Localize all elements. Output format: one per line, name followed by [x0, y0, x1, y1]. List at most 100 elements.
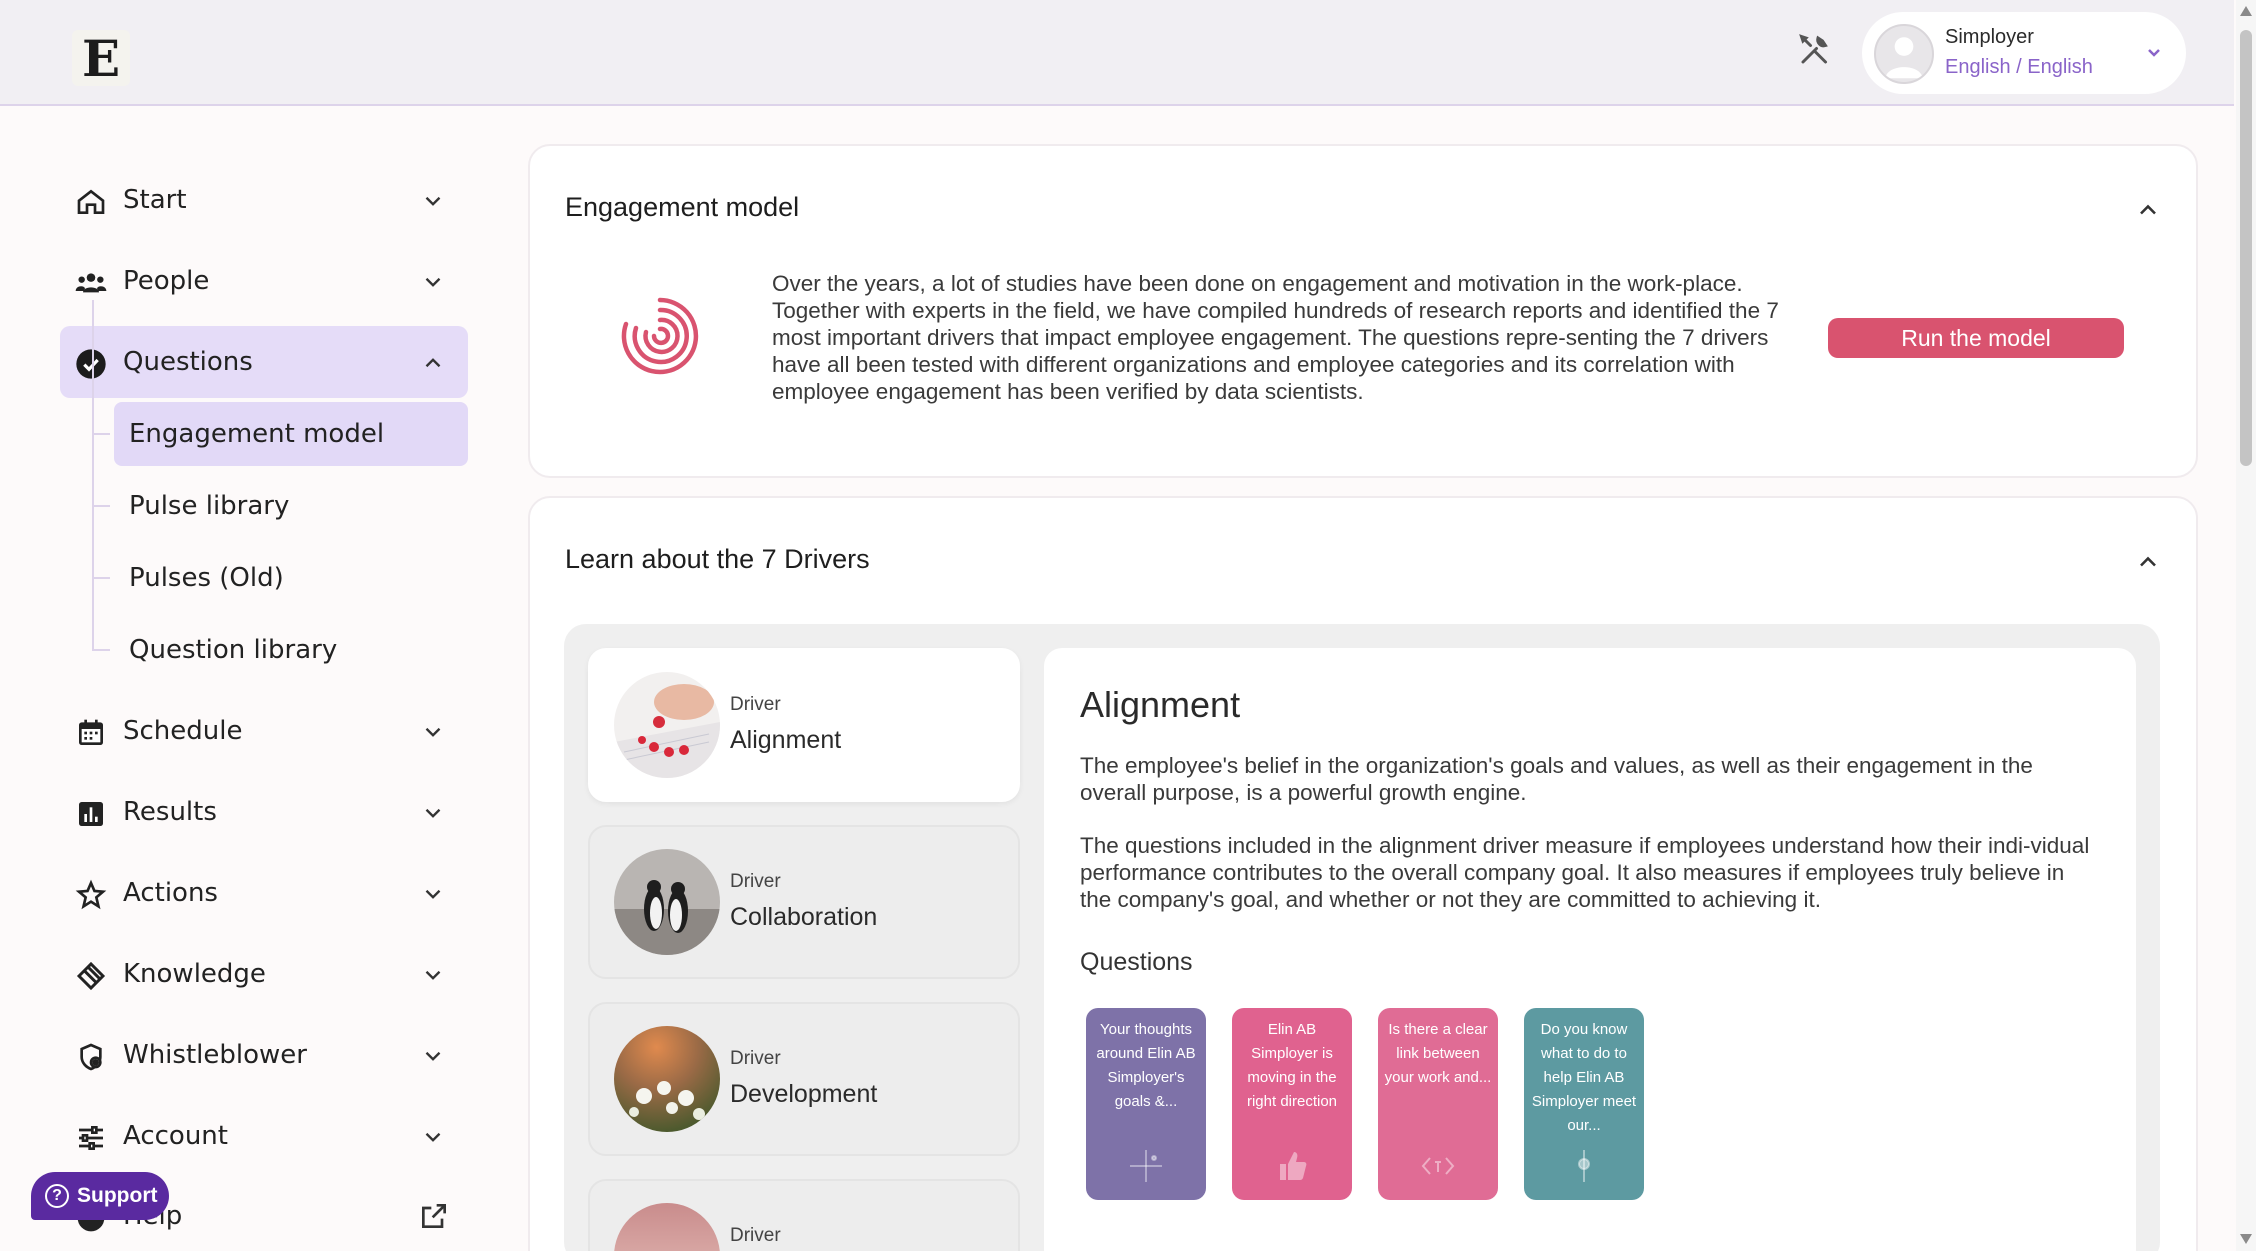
submenu-item-label: Pulses (Old) [129, 563, 284, 593]
thumbs-up-icon [1280, 1152, 1307, 1180]
tools-icon[interactable] [1797, 32, 1833, 68]
sidebar-item-actions[interactable]: Actions [60, 857, 468, 929]
sidebar-item-schedule[interactable]: Schedule [60, 695, 468, 767]
submenu-item-label: Question library [129, 635, 338, 665]
sidebar-item-label: Schedule [123, 716, 243, 746]
sidebar-item-results[interactable]: Results [60, 776, 468, 848]
pin-icon [1578, 1150, 1590, 1182]
question-text: Your thoughts around Elin AB Simployer's… [1096, 1021, 1196, 1110]
driver-name: Collaboration [730, 903, 878, 931]
submenu-item-question-library[interactable]: Question library [114, 618, 468, 682]
sidebar-item-label: People [123, 266, 210, 296]
driver-caption: Driver [730, 871, 781, 892]
page-scrollbar[interactable] [2236, 0, 2256, 1251]
driver-detail-paragraph: The employee's belief in the organizatio… [1080, 753, 2033, 805]
submenu-tick [92, 505, 110, 507]
driver-caption: Driver [730, 1048, 781, 1069]
submenu-item-engagement-model[interactable]: Engagement model [114, 402, 468, 466]
user-menu[interactable]: Simployer English / English [1862, 12, 2186, 94]
user-language: English / English [1945, 56, 2093, 78]
scroll-up-arrow[interactable] [2240, 6, 2252, 16]
sidebar-item-start[interactable]: Start [60, 164, 468, 236]
driver-caption: Driver [730, 1225, 781, 1246]
question-card[interactable]: Your thoughts around Elin AB Simployer's… [1086, 1008, 1206, 1200]
chevron-up-icon [425, 358, 441, 368]
chevron-down-icon [425, 727, 441, 737]
questions-heading: Questions [1080, 948, 1193, 976]
sidebar-item-label: Whistleblower [123, 1040, 307, 1070]
sidebar-item-knowledge[interactable]: Knowledge [60, 938, 468, 1010]
chevron-down-icon [425, 196, 441, 206]
driver-detail-panel: Alignment The employee's belief in the o… [1044, 648, 2136, 1251]
sidebar-item-label: Actions [123, 878, 218, 908]
drivers-title: Learn about the 7 Drivers [565, 544, 870, 574]
shield-icon [80, 1043, 102, 1071]
submenu-item-pulses-old[interactable]: Pulses (Old) [114, 546, 468, 610]
driver-card-collaboration[interactable]: Driver Collaboration [588, 825, 1020, 979]
sidebar-item-label: Start [123, 185, 187, 215]
top-bar: E Simployer English / English [0, 0, 2234, 106]
code-icon [1421, 1157, 1455, 1175]
question-text: Do you know what to do to help Elin AB S… [1531, 1021, 1637, 1134]
question-card[interactable]: Do you know what to do to help Elin AB S… [1524, 1008, 1644, 1200]
question-card[interactable]: Elin AB Simployer is moving in the right… [1232, 1008, 1352, 1200]
chevron-up-icon[interactable] [2134, 196, 2162, 224]
driver-card-alignment[interactable]: Driver Alignment [588, 648, 1020, 802]
sidebar-item-account[interactable]: Account [60, 1100, 468, 1172]
chevron-down-icon [425, 808, 441, 818]
submenu-item-pulse-library[interactable]: Pulse library [114, 474, 468, 538]
engagement-title: Engagement model [565, 192, 800, 222]
driver-card-next[interactable]: Driver [588, 1179, 1020, 1251]
crosshair-icon [1130, 1150, 1162, 1182]
sidebar-item-label: Questions [123, 347, 253, 377]
driver-name: Alignment [730, 726, 842, 754]
submenu-tick [92, 649, 110, 651]
sidebar-item-whistleblower[interactable]: Whistleblower [60, 1019, 468, 1091]
submenu-item-label: Engagement model [129, 419, 385, 449]
driver-caption: Driver [730, 694, 781, 715]
scroll-down-arrow[interactable] [2240, 1234, 2252, 1244]
driver-image-next [614, 1203, 720, 1251]
chevron-down-icon [425, 1051, 441, 1061]
support-button[interactable]: ? Support [31, 1172, 169, 1220]
support-label: Support [77, 1184, 158, 1207]
chevron-down-icon [425, 889, 441, 899]
chevron-down-icon [425, 1132, 441, 1142]
spiral-logo-icon [621, 297, 699, 375]
engagement-description: Over the years, a lot of studies have be… [772, 271, 1779, 404]
people-icon [75, 273, 107, 293]
bar-chart-icon [79, 802, 103, 826]
calendar-icon [79, 719, 103, 745]
submenu-line [92, 300, 94, 650]
question-icon: ? [45, 1184, 69, 1208]
run-model-button[interactable]: Run the model [1828, 318, 2124, 358]
layers-icon [76, 961, 106, 991]
chevron-down-icon [425, 277, 441, 287]
app-logo[interactable]: E [72, 29, 130, 88]
submenu-tick [92, 577, 110, 579]
chevron-up-icon[interactable] [2134, 548, 2162, 576]
driver-name: Development [730, 1080, 878, 1108]
driver-image-collaboration [614, 849, 720, 955]
sidebar-item-label: Account [123, 1121, 228, 1151]
scroll-thumb[interactable] [2240, 30, 2252, 466]
sidebar-item-people[interactable]: People [60, 245, 468, 317]
check-circle-icon [76, 349, 106, 379]
home-icon [77, 189, 105, 214]
sidebar-item-label: Knowledge [123, 959, 266, 989]
submenu-item-label: Pulse library [129, 491, 290, 521]
driver-detail-paragraph: The questions included in the alignment … [1080, 833, 2090, 912]
star-icon [75, 879, 107, 910]
external-link-icon[interactable] [418, 1200, 450, 1232]
question-card[interactable]: Is there a clear link between your work … [1378, 1008, 1498, 1200]
sidebar-item-label: Results [123, 797, 217, 827]
driver-card-development[interactable]: Driver Development [588, 1002, 1020, 1156]
driver-image-alignment [614, 672, 720, 778]
chevron-down-icon[interactable] [2142, 40, 2166, 64]
chevron-down-icon [425, 970, 441, 980]
user-name: Simployer [1945, 26, 2034, 48]
driver-detail-title: Alignment [1080, 684, 1241, 725]
submenu-tick [92, 433, 110, 435]
avatar [1874, 24, 1934, 84]
sidebar-item-questions[interactable]: Questions [60, 326, 468, 398]
